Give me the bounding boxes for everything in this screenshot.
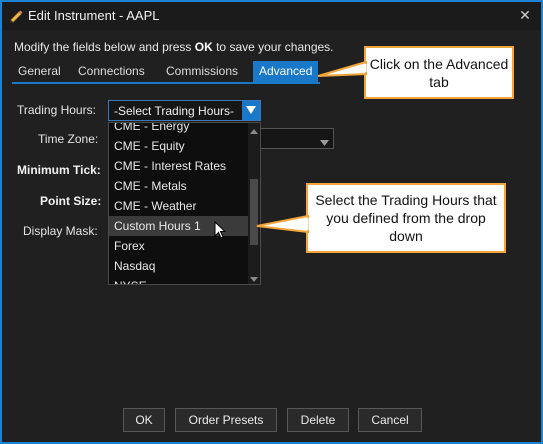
- chevron-down-icon[interactable]: [242, 101, 260, 120]
- mouse-pointer-icon: [214, 220, 227, 242]
- pencil-icon: [8, 8, 24, 24]
- tab-advanced[interactable]: Advanced: [253, 61, 319, 83]
- dropdown-option[interactable]: CME - Energy: [109, 123, 249, 136]
- trading-hours-dropdown: CME - Energy CME - Equity CME - Interest…: [108, 122, 261, 285]
- trading-hours-value: -Select Trading Hours-: [114, 104, 235, 118]
- callout-pointer: [317, 60, 367, 77]
- order-presets-button[interactable]: Order Presets: [175, 408, 277, 432]
- window-title: Edit Instrument - AAPL: [28, 8, 160, 23]
- scroll-up-icon[interactable]: [250, 125, 258, 134]
- dropdown-option[interactable]: CME - Equity: [109, 136, 249, 156]
- dropdown-option[interactable]: Nasdaq: [109, 256, 249, 276]
- trading-hours-label: Trading Hours:: [17, 103, 96, 117]
- dropdown-option[interactable]: CME - Weather: [109, 196, 249, 216]
- tab-general[interactable]: General: [12, 61, 67, 83]
- tab-commissions[interactable]: Commissions: [160, 61, 244, 83]
- tab-underline: [12, 82, 320, 84]
- edit-instrument-window: Edit Instrument - AAPL ✕ Modify the fiel…: [0, 0, 543, 444]
- dropdown-option[interactable]: Forex: [109, 236, 249, 256]
- callout-pointer: [256, 214, 309, 234]
- time-zone-label: Time Zone:: [38, 132, 99, 146]
- dropdown-option[interactable]: NYSE: [109, 276, 249, 284]
- callout-advanced-tab: Click on the Advanced tab: [364, 46, 514, 99]
- dropdown-option[interactable]: CME - Metals: [109, 176, 249, 196]
- point-size-label: Point Size:: [40, 194, 102, 208]
- trading-hours-select[interactable]: -Select Trading Hours-: [108, 100, 261, 121]
- delete-button[interactable]: Delete: [287, 408, 349, 432]
- callout-trading-hours: Select the Trading Hours that you define…: [306, 183, 506, 253]
- tab-connections[interactable]: Connections: [72, 61, 151, 83]
- scroll-down-icon[interactable]: [250, 272, 258, 282]
- minimum-tick-label: Minimum Tick:: [17, 163, 101, 177]
- title-bar: Edit Instrument - AAPL ✕: [2, 2, 541, 30]
- dropdown-option-hovered[interactable]: Custom Hours 1: [109, 216, 249, 236]
- dropdown-scrollbar[interactable]: [248, 123, 260, 284]
- cancel-button[interactable]: Cancel: [358, 408, 422, 432]
- time-zone-select[interactable]: [260, 128, 334, 149]
- close-icon[interactable]: ✕: [517, 6, 533, 24]
- ok-button[interactable]: OK: [123, 408, 165, 432]
- display-mask-label: Display Mask:: [23, 224, 98, 238]
- instructions-text: Modify the fields below and press OK to …: [14, 40, 334, 54]
- chevron-down-icon: [320, 135, 329, 149]
- dropdown-option[interactable]: CME - Interest Rates: [109, 156, 249, 176]
